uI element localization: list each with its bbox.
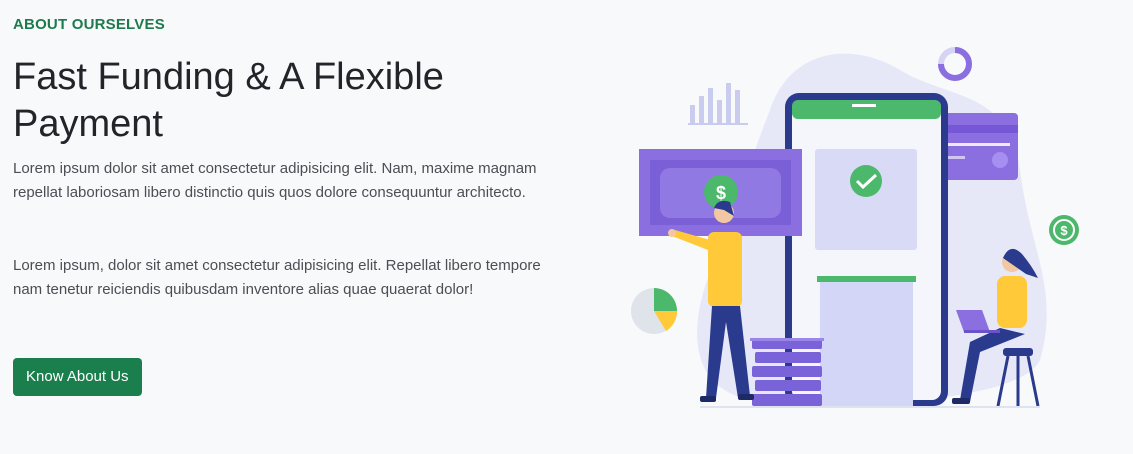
- pie-chart-icon: [631, 288, 678, 334]
- ground-line: [700, 406, 1040, 408]
- coin-stack: [750, 338, 824, 406]
- section-title: Fast Funding & A Flexible Payment: [13, 56, 444, 145]
- bar-chart-icon: [688, 83, 748, 125]
- know-about-us-button[interactable]: Know About Us: [13, 358, 142, 396]
- section-eyebrow: ABOUT OURSELVES: [13, 16, 165, 33]
- dollar-badge-symbol: $: [1060, 223, 1068, 238]
- section-paragraph-2: Lorem ipsum, dolor sit amet consectetur …: [13, 257, 541, 298]
- donut-chart-icon: [938, 47, 972, 81]
- fintech-illustration: $ $: [631, 47, 1079, 408]
- dollar-badge-icon: $: [1049, 215, 1079, 245]
- section-paragraph-1: Lorem ipsum dolor sit amet consectetur a…: [13, 160, 537, 201]
- dollar-symbol: $: [716, 183, 726, 203]
